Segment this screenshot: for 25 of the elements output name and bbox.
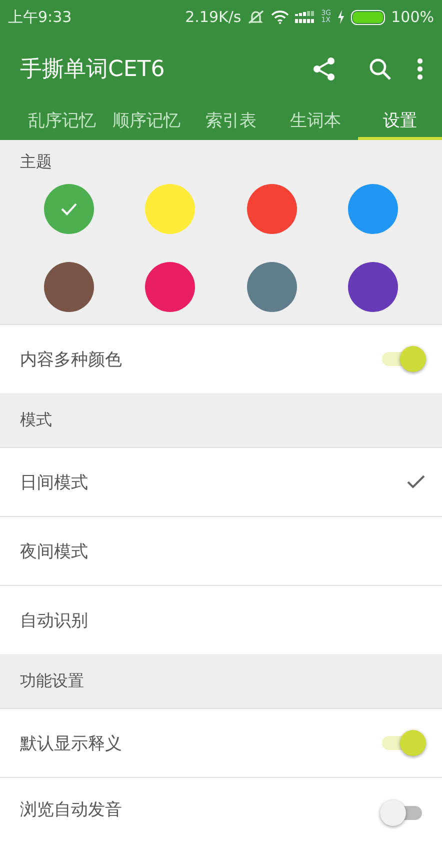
- tab[interactable]: 乱序记忆: [20, 104, 104, 140]
- check-icon: [406, 474, 426, 490]
- network-speed: 2.19K/s: [185, 8, 242, 26]
- section-header: 主题: [19, 150, 53, 172]
- setting-label: 内容多种颜色: [20, 348, 122, 370]
- tab[interactable]: 生词本: [273, 104, 358, 140]
- setting-label: 浏览自动发音: [20, 799, 122, 821]
- search-icon: [368, 57, 392, 81]
- charging-icon: [337, 10, 346, 24]
- toggle-switch[interactable]: [380, 344, 426, 374]
- share-icon: [311, 56, 337, 82]
- toggle-switch[interactable]: [380, 728, 426, 758]
- battery-icon: [351, 10, 386, 24]
- section-header: 模式: [0, 393, 442, 448]
- more-icon: [417, 58, 423, 80]
- setting-label: 默认显示释义: [20, 732, 122, 754]
- battery-percent: 100%: [391, 8, 434, 26]
- signal-icon: [295, 11, 316, 23]
- tab[interactable]: 索引表: [188, 104, 274, 140]
- section-header: 功能设置: [0, 654, 442, 709]
- wifi-icon: [271, 10, 290, 24]
- status-time: 上午9:33: [8, 8, 72, 26]
- app-title: 手撕单词CET6: [20, 56, 166, 84]
- tab[interactable]: 顺序记忆: [104, 104, 189, 140]
- mute-icon: [247, 9, 266, 25]
